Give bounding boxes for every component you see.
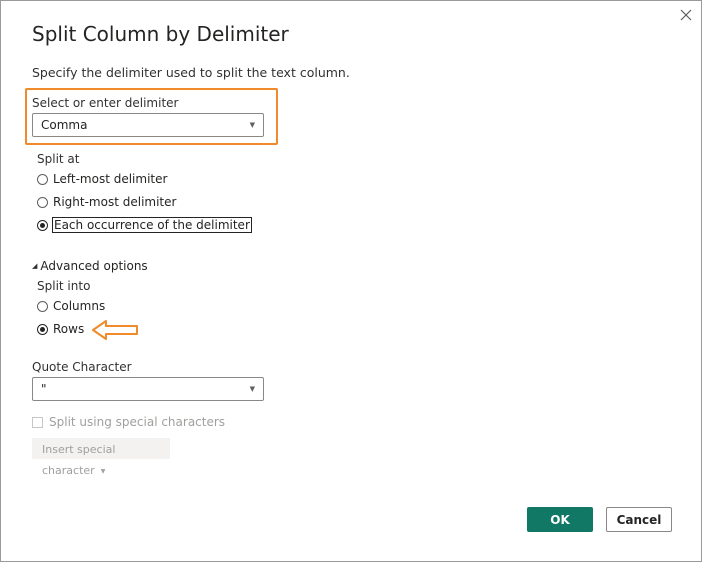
radio-right-most-label: Right-most delimiter: [53, 195, 177, 209]
quote-character-value: ": [41, 382, 47, 396]
delimiter-select[interactable]: Comma ▼: [32, 113, 264, 137]
radio-rows-label: Rows: [53, 322, 85, 336]
radio-right-most[interactable]: Right-most delimiter: [37, 195, 176, 209]
advanced-options-label: Advanced options: [40, 259, 148, 273]
special-characters-checkbox-row: Split using special characters: [32, 415, 225, 429]
radio-columns-label: Columns: [53, 299, 106, 313]
insert-special-character-button: Insert special character ▼: [32, 438, 170, 477]
close-icon[interactable]: [678, 7, 694, 23]
radio-button-checked: [37, 323, 48, 335]
quote-character-label: Quote Character: [32, 360, 132, 374]
dialog-title: Split Column by Delimiter: [32, 22, 289, 46]
radio-each-occurrence[interactable]: Each occurrence of the delimiter: [37, 217, 252, 233]
radio-rows[interactable]: Rows: [37, 322, 84, 336]
arrow-left-icon: [92, 320, 138, 340]
split-at-label: Split at: [37, 152, 80, 166]
radio-left-most[interactable]: Left-most delimiter: [37, 172, 167, 186]
advanced-options-toggle[interactable]: ◢ Advanced options: [32, 259, 148, 273]
radio-button: [37, 196, 48, 208]
quote-character-select[interactable]: " ▼: [32, 377, 264, 401]
ok-button[interactable]: OK: [527, 507, 593, 532]
radio-button: [37, 300, 48, 312]
special-characters-checkbox: [32, 416, 43, 428]
triangle-expanded-icon: ◢: [32, 262, 38, 270]
delimiter-select-value: Comma: [41, 118, 88, 132]
delimiter-label: Select or enter delimiter: [32, 96, 179, 110]
dialog-description: Specify the delimiter used to split the …: [32, 65, 350, 80]
split-column-dialog: Split Column by Delimiter Specify the de…: [0, 0, 702, 562]
radio-button: [37, 173, 48, 185]
cancel-button[interactable]: Cancel: [606, 507, 672, 532]
chevron-down-icon: ▼: [249, 385, 255, 393]
chevron-down-icon: ▼: [249, 121, 255, 129]
radio-left-most-label: Left-most delimiter: [53, 172, 168, 186]
special-characters-label: Split using special characters: [49, 415, 226, 429]
radio-columns[interactable]: Columns: [37, 299, 105, 313]
radio-each-occurrence-label: Each occurrence of the delimiter: [52, 217, 252, 233]
radio-button-checked: [37, 219, 48, 231]
chevron-down-icon: ▼: [100, 467, 106, 475]
split-into-label: Split into: [37, 279, 91, 293]
